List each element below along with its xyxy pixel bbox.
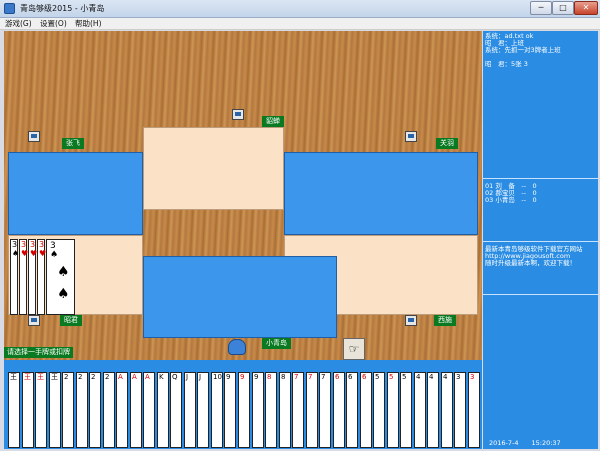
hand-card[interactable]: K xyxy=(157,372,169,448)
hand-card[interactable]: 8 xyxy=(279,372,291,448)
player-name-left: 张飞 xyxy=(62,138,84,149)
window-title: 青岛够级2015 - 小青岛 xyxy=(20,4,105,13)
hand-card[interactable]: 5 xyxy=(400,372,412,448)
hand-card[interactable]: 9 xyxy=(238,372,250,448)
hand-card[interactable]: 9 xyxy=(224,372,236,448)
score-section: 01 刘 备 -- 0 02 郝宝贝 -- 0 03 小青岛 -- 0 xyxy=(483,180,598,242)
played-card: 3 ♥ xyxy=(19,239,28,315)
hand-card[interactable]: 7 xyxy=(319,372,331,448)
hand-card[interactable]: 3 xyxy=(468,372,480,448)
close-button[interactable]: ✕ xyxy=(574,1,598,15)
hand-card[interactable]: 2 xyxy=(76,372,88,448)
hand-card[interactable]: 王 xyxy=(8,372,20,448)
hand-card[interactable]: 王 xyxy=(22,372,34,448)
player-name-bottom-right: 西施 xyxy=(434,315,456,326)
minimize-button[interactable]: ─ xyxy=(530,1,552,15)
played-card: 3 ♥ xyxy=(37,239,46,315)
hand-card[interactable]: A xyxy=(116,372,128,448)
hand-card[interactable]: 2 xyxy=(89,372,101,448)
app-icon xyxy=(4,3,15,14)
hand-card[interactable]: 10 xyxy=(211,372,223,448)
hand-card[interactable]: A xyxy=(130,372,142,448)
log-section: 系统：ad.txt ok 昭 君：上班 系统：先抓一对3牌者上班 昭 君：5张 … xyxy=(483,31,598,179)
computer-icon xyxy=(28,131,40,142)
status-message: 请选择一手牌或扣牌 xyxy=(4,347,73,358)
player-name-bottom-left: 昭君 xyxy=(60,315,82,326)
left-player-area xyxy=(8,152,143,235)
player-name-top: 貂蝉 xyxy=(262,116,284,127)
computer-icon xyxy=(405,315,417,326)
player-name-right: 关羽 xyxy=(436,138,458,149)
hand-card[interactable]: J xyxy=(184,372,196,448)
hand-card[interactable]: 8 xyxy=(265,372,277,448)
play-hand-button[interactable]: ☞ xyxy=(343,338,365,360)
computer-icon xyxy=(232,109,244,120)
datetime: 2016-7-4 15:20:37 xyxy=(483,437,598,449)
hand-card[interactable]: 4 xyxy=(427,372,439,448)
right-player-area xyxy=(284,152,478,235)
news-section: 最新本青岛够级软件下载官方网站 http://www.jiagousoft.co… xyxy=(483,243,598,295)
hand-card[interactable]: 王 xyxy=(35,372,47,448)
maximize-button[interactable]: □ xyxy=(552,1,574,15)
info-panel: 系统：ad.txt ok 昭 君：上班 系统：先抓一对3牌者上班 昭 君：5张 … xyxy=(483,31,598,449)
spade-icon: ♠ xyxy=(57,264,70,280)
top-player-area xyxy=(143,127,284,210)
computer-icon xyxy=(405,131,417,142)
hand-card[interactable]: 5 xyxy=(373,372,385,448)
hand-card[interactable]: 6 xyxy=(360,372,372,448)
hand-card[interactable]: 2 xyxy=(103,372,115,448)
hand-card[interactable]: A xyxy=(143,372,155,448)
hand-card[interactable]: 5 xyxy=(387,372,399,448)
hand-card[interactable]: 2 xyxy=(62,372,74,448)
smurf-avatar-icon xyxy=(228,339,246,355)
score-text: 01 刘 备 -- 0 02 郝宝贝 -- 0 03 小青岛 -- 0 xyxy=(485,182,537,204)
hand-card[interactable]: Q xyxy=(170,372,182,448)
hand-card[interactable]: 6 xyxy=(346,372,358,448)
title-bar[interactable]: 青岛够级2015 - 小青岛 ─ □ ✕ xyxy=(0,0,600,18)
computer-icon xyxy=(28,315,40,326)
hand-card[interactable]: J xyxy=(197,372,209,448)
menu-bar: 游戏(G) 设置(O) 帮助(H) xyxy=(0,18,600,30)
played-card: 3 ♠ xyxy=(10,239,19,315)
news-text[interactable]: 最新本青岛够级软件下载官方网站 http://www.jiagousoft.co… xyxy=(485,246,583,267)
played-card-face: 3 ♠ ♠ ♠ xyxy=(46,239,75,315)
menu-help[interactable]: 帮助(H) xyxy=(75,18,102,30)
hand-card[interactable]: 6 xyxy=(333,372,345,448)
hand-card[interactable]: 7 xyxy=(306,372,318,448)
player-name-self: 小青岛 xyxy=(262,338,291,349)
menu-settings[interactable]: 设置(O) xyxy=(40,18,67,30)
hand-card[interactable]: 4 xyxy=(441,372,453,448)
hand-card[interactable]: 9 xyxy=(252,372,264,448)
hand-card[interactable]: 3 xyxy=(454,372,466,448)
hand-card[interactable]: 7 xyxy=(292,372,304,448)
log-text: 系统：ad.txt ok 昭 君：上班 系统：先抓一对3牌者上班 昭 君：5张 … xyxy=(485,32,561,68)
self-play-area xyxy=(143,256,337,338)
spade-icon: ♠ xyxy=(57,286,70,302)
hand-card[interactable]: 王 xyxy=(49,372,61,448)
played-card: 3 ♥ xyxy=(28,239,37,315)
hand-card[interactable]: 4 xyxy=(414,372,426,448)
menu-game[interactable]: 游戏(G) xyxy=(5,18,32,30)
spade-icon: ♠ xyxy=(50,250,59,260)
